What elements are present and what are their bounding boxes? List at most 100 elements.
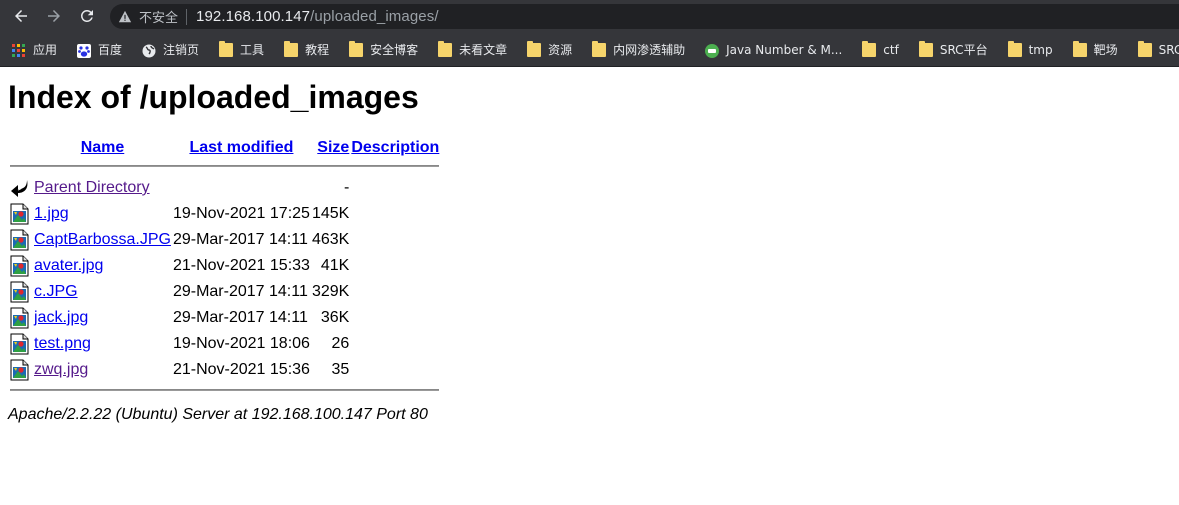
bookmark-label: 靶场 xyxy=(1093,43,1118,57)
name-cell: jack.jpg xyxy=(34,306,171,330)
bookmark-folder-tutorials[interactable]: 教程 xyxy=(284,40,329,58)
file-link[interactable]: zwq.jpg xyxy=(34,361,88,378)
bookmark-folder-resources[interactable]: 资源 xyxy=(527,40,573,58)
bookmark-folder-ctf[interactable]: ctf xyxy=(862,40,899,57)
name-header: Name xyxy=(34,138,171,158)
name-cell: CaptBarbossa.JPG xyxy=(34,228,171,252)
url-text[interactable]: 192.168.100.147/uploaded_images/ xyxy=(196,8,439,25)
icon-cell xyxy=(10,176,32,200)
bookmark-label: 工具 xyxy=(240,43,265,57)
description-cell xyxy=(351,280,439,304)
not-secure-label[interactable]: 不安全 xyxy=(139,7,178,26)
modified-cell: 29-Mar-2017 14:11 xyxy=(172,283,308,300)
description-cell xyxy=(351,306,439,330)
bookmark-label: 资源 xyxy=(548,43,573,57)
back-arrow-icon xyxy=(11,180,28,197)
name-cell: 1.jpg xyxy=(34,202,171,226)
bookmark-label: ctf xyxy=(883,42,899,57)
file-link[interactable]: avater.jpg xyxy=(34,257,103,274)
bookmark-label: 安全博客 xyxy=(370,43,419,57)
description-cell xyxy=(351,332,439,356)
file-link[interactable]: jack.jpg xyxy=(34,309,88,326)
image-file-icon xyxy=(10,333,29,355)
folder-icon xyxy=(592,40,607,57)
file-link[interactable]: test.png xyxy=(34,335,91,352)
file-link[interactable]: c.JPG xyxy=(34,283,78,300)
bookmark-folder-range[interactable]: 靶场 xyxy=(1072,40,1118,58)
name-cell: avater.jpg xyxy=(34,254,171,278)
image-file-icon xyxy=(10,203,29,225)
file-link[interactable]: 1.jpg xyxy=(34,205,69,222)
folder-icon xyxy=(1072,40,1087,57)
size-header: Size xyxy=(312,138,349,158)
bookmark-label: 内网渗透辅助 xyxy=(613,43,686,57)
sort-by-modified-link[interactable]: Last modified xyxy=(189,139,293,156)
bookmark-java-number[interactable]: Java Number & M... xyxy=(705,42,843,58)
modified-cell: 19-Nov-2021 17:25 xyxy=(172,205,310,222)
back-button[interactable] xyxy=(8,3,34,29)
folder-icon xyxy=(862,40,877,57)
parent-directory-link[interactable]: Parent Directory xyxy=(34,179,150,196)
bookmark-folder-security-blogs[interactable]: 安全博客 xyxy=(349,40,419,58)
bookmark-label: 未看文章 xyxy=(459,43,508,57)
name-cell: Parent Directory xyxy=(34,176,171,200)
image-file-icon xyxy=(10,229,29,251)
browser-toolbar: 不安全 192.168.100.147/uploaded_images/ xyxy=(0,0,1179,33)
icon-cell xyxy=(10,228,32,252)
folder-icon xyxy=(219,40,234,57)
address-bar[interactable]: 不安全 192.168.100.147/uploaded_images/ xyxy=(110,4,1179,29)
modified-header: Last modified xyxy=(173,138,310,158)
sort-by-size-link[interactable]: Size xyxy=(317,139,349,156)
size-cell: 41K xyxy=(320,257,350,274)
forward-button[interactable] xyxy=(41,3,67,29)
icon-cell xyxy=(10,358,32,382)
bookmark-folder-tools[interactable]: 工具 xyxy=(219,40,265,58)
name-cell: c.JPG xyxy=(34,280,171,304)
description-cell xyxy=(351,228,439,252)
warning-triangle-icon[interactable] xyxy=(118,10,132,24)
separator-row xyxy=(10,160,440,174)
size-cell: 36K xyxy=(320,309,350,326)
table-row: 1.jpg 19-Nov-2021 17:25 145K xyxy=(10,202,439,226)
bookmark-label: Java Number & M... xyxy=(726,42,843,57)
sort-by-name-link[interactable]: Name xyxy=(81,139,125,156)
size-cell: 463K xyxy=(311,231,350,248)
name-cell: test.png xyxy=(34,332,171,356)
bookmark-label: 注销页 xyxy=(163,43,200,57)
table-row: c.JPG 29-Mar-2017 14:11 329K xyxy=(10,280,439,304)
reload-button[interactable] xyxy=(74,3,100,29)
bookmark-logout-page[interactable]: 注销页 xyxy=(142,41,199,58)
page-content: Index of /uploaded_images Name Last modi… xyxy=(0,79,1179,424)
omnibox-separator xyxy=(186,8,188,25)
reload-icon xyxy=(80,9,93,22)
bookmark-folder-src-platform[interactable]: SRC平台 xyxy=(918,40,988,58)
bookmark-folder-src-tools[interactable]: SRC工 xyxy=(1137,40,1179,58)
file-link[interactable]: CaptBarbossa.JPG xyxy=(34,231,171,248)
bookmark-folder-unread[interactable]: 未看文章 xyxy=(438,40,508,58)
sort-by-description-link[interactable]: Description xyxy=(351,139,439,156)
bookmark-folder-tmp[interactable]: tmp xyxy=(1007,40,1053,57)
icon-header xyxy=(10,138,32,158)
bookmark-label: SRC工 xyxy=(1158,43,1179,57)
bookmarks-bar: 应用 百度 注销页 工具 教程 安全博客 未看文章 资源 内网渗透辅助 Java… xyxy=(0,33,1179,67)
image-file-icon xyxy=(10,281,29,303)
table-row: test.png 19-Nov-2021 18:06 26 xyxy=(10,332,439,356)
size-cell: - xyxy=(343,179,350,196)
folder-icon xyxy=(438,40,453,57)
icon-cell xyxy=(10,280,32,304)
page-title: Index of /uploaded_images xyxy=(8,79,419,115)
icon-cell xyxy=(10,332,32,356)
folder-icon xyxy=(284,40,299,57)
bookmark-apps[interactable]: 应用 xyxy=(12,41,57,58)
folder-icon xyxy=(349,40,364,57)
modified-cell: 29-Mar-2017 14:11 xyxy=(172,309,308,326)
bookmark-folder-intranet[interactable]: 内网渗透辅助 xyxy=(592,40,686,58)
modified-cell: 19-Nov-2021 18:06 xyxy=(172,335,310,352)
size-cell: 145K xyxy=(311,205,350,222)
horizontal-rule xyxy=(10,389,440,391)
folder-icon xyxy=(1007,40,1022,57)
description-cell xyxy=(351,254,439,278)
folder-icon xyxy=(527,40,542,57)
bookmark-baidu[interactable]: 百度 xyxy=(77,41,122,58)
image-file-icon xyxy=(10,359,29,381)
